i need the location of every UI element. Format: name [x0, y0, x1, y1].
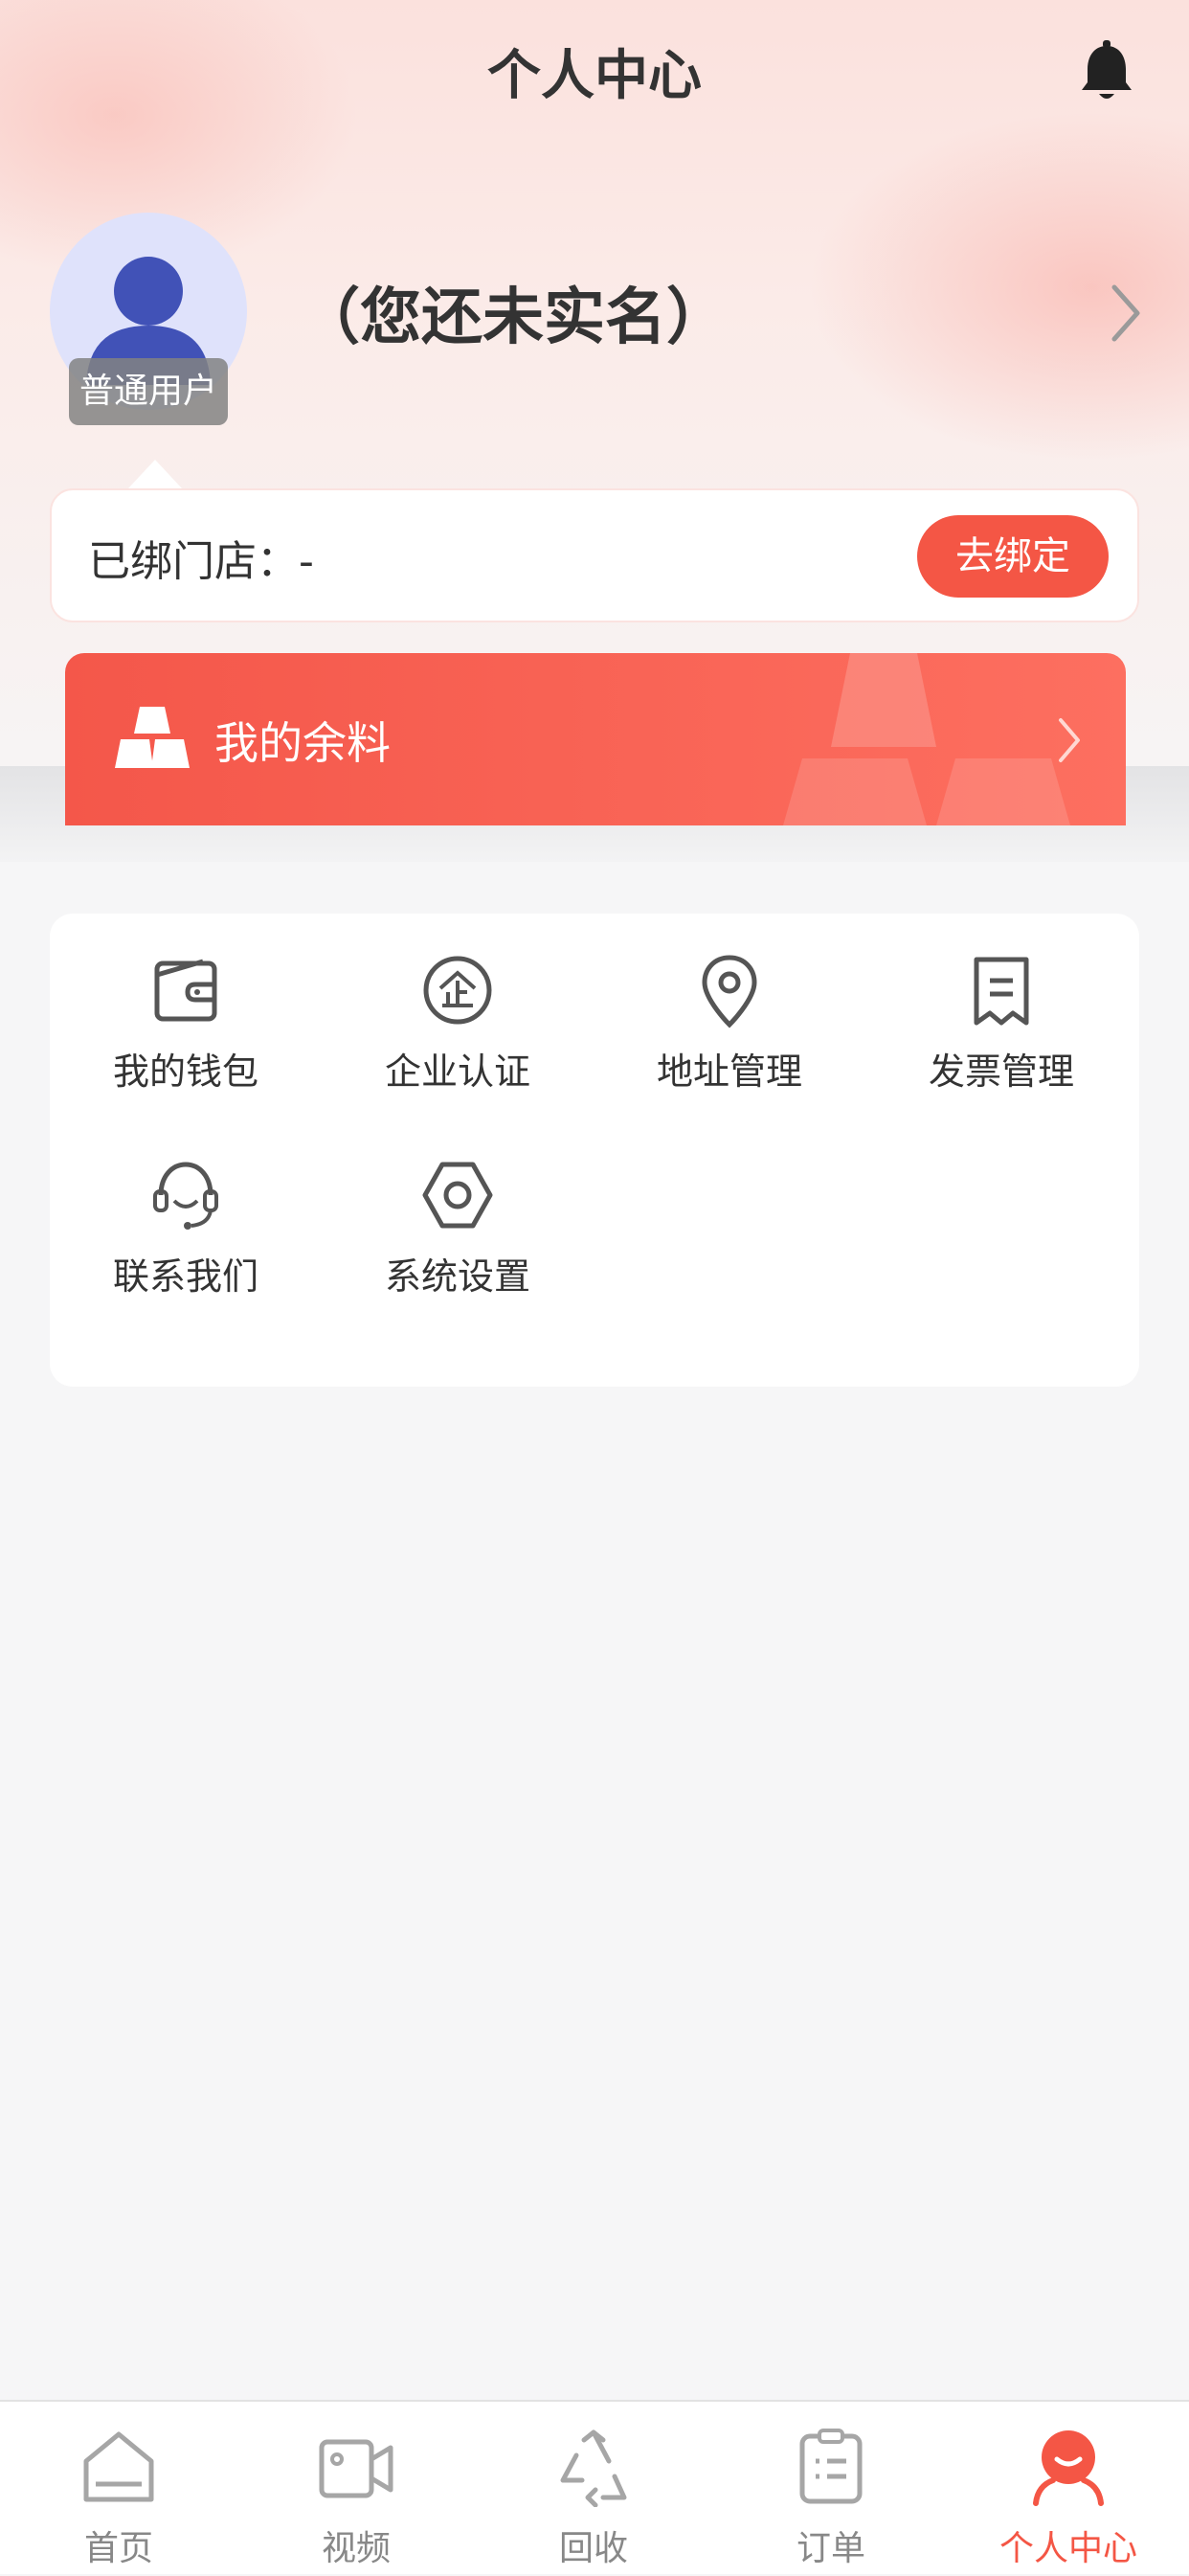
function-menu: 我的钱包 企业认证 地址管理 发票管理 联系我们 系统设置	[50, 914, 1139, 1387]
recycle-icon	[555, 2427, 632, 2508]
chevron-right-icon	[1055, 716, 1084, 764]
page-title: 个人中心	[487, 45, 702, 107]
gold-bars-icon	[113, 707, 191, 770]
menu-label: 联系我们	[112, 1255, 258, 1298]
menu-label: 发票管理	[928, 1051, 1074, 1093]
bell-icon[interactable]	[1080, 40, 1133, 103]
location-pin-icon	[693, 952, 766, 1028]
bound-store-card: 已绑门店：- 去绑定	[50, 488, 1139, 622]
menu-item-settings[interactable]: 系统设置	[322, 1119, 594, 1310]
menu-item-address[interactable]: 地址管理	[594, 914, 865, 1105]
bound-store-label: 已绑门店：-	[88, 537, 314, 586]
tab-profile[interactable]: 个人中心	[950, 2402, 1187, 2576]
avatar[interactable]: 普通用户	[50, 213, 247, 427]
menu-label: 我的钱包	[112, 1051, 258, 1093]
bottom-tab-bar: 首页 视频 回收 订单 个人中心	[0, 2400, 1189, 2574]
tab-label: 视频	[321, 2529, 391, 2568]
wallet-icon	[149, 952, 222, 1028]
menu-item-wallet[interactable]: 我的钱包	[50, 914, 322, 1105]
bind-store-button[interactable]: 去绑定	[917, 515, 1109, 598]
gold-bars-decoration	[726, 653, 1089, 825]
tab-label: 回收	[558, 2529, 628, 2568]
my-balance-card[interactable]: 我的余料	[65, 653, 1126, 825]
menu-label: 系统设置	[384, 1255, 530, 1298]
tab-orders[interactable]: 订单	[712, 2402, 950, 2576]
tab-label: 订单	[796, 2529, 865, 2568]
home-icon	[80, 2427, 157, 2507]
menu-label: 企业认证	[384, 1051, 530, 1093]
tab-home[interactable]: 首页	[0, 2402, 237, 2576]
tab-label: 首页	[83, 2529, 153, 2568]
menu-item-enterprise[interactable]: 企业认证	[322, 914, 594, 1105]
invoice-icon	[965, 952, 1038, 1028]
profile-icon	[1030, 2427, 1107, 2507]
video-icon	[318, 2427, 394, 2507]
user-name[interactable]: （您还未实名）	[299, 268, 728, 356]
chevron-right-icon[interactable]	[1109, 283, 1143, 343]
menu-item-contact[interactable]: 联系我们	[50, 1119, 322, 1310]
tab-recycle[interactable]: 回收	[475, 2402, 712, 2576]
menu-item-invoice[interactable]: 发票管理	[865, 914, 1137, 1105]
store-card-pointer	[128, 460, 182, 488]
user-level-badge: 普通用户	[69, 358, 228, 425]
settings-icon	[421, 1157, 494, 1233]
menu-label: 地址管理	[656, 1051, 802, 1093]
enterprise-icon	[421, 952, 494, 1028]
headset-icon	[149, 1157, 222, 1233]
orders-icon	[793, 2427, 869, 2507]
tab-label: 个人中心	[998, 2529, 1137, 2568]
tab-video[interactable]: 视频	[237, 2402, 475, 2576]
my-balance-label: 我的余料	[214, 717, 391, 769]
